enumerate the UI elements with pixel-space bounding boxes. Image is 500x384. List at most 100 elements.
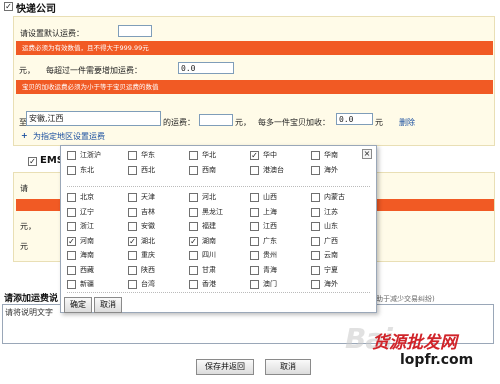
- site-watermark: 货源批发网: [372, 333, 457, 353]
- region-group-checkbox[interactable]: [128, 166, 137, 175]
- region-group-checkbox[interactable]: [189, 151, 198, 160]
- province-checkbox[interactable]: [311, 222, 320, 231]
- ems-partial-label: 请: [20, 184, 28, 193]
- province-checkbox[interactable]: [311, 265, 320, 275]
- province-checkbox[interactable]: ✓: [189, 236, 198, 246]
- province-checkbox[interactable]: [128, 222, 137, 231]
- region-group-checkbox[interactable]: [128, 151, 137, 160]
- province-checkbox[interactable]: [311, 251, 320, 260]
- province-checkbox[interactable]: [311, 280, 320, 289]
- region-group-checkbox[interactable]: [189, 166, 198, 175]
- region-group-label: 华中: [263, 151, 277, 159]
- region-input[interactable]: [26, 111, 161, 126]
- province-checkbox[interactable]: [250, 222, 259, 231]
- province-label: 上海: [263, 207, 277, 216]
- ems-red-bar-edge: [16, 199, 66, 211]
- province-checkbox[interactable]: [189, 193, 198, 202]
- region-group-checkbox[interactable]: [311, 151, 320, 160]
- province-label: 江苏: [324, 207, 338, 216]
- per-item-input[interactable]: [178, 62, 234, 74]
- province-checkbox[interactable]: [189, 207, 198, 217]
- ems-checkbox[interactable]: ✓: [28, 157, 37, 166]
- province-checkbox[interactable]: [250, 251, 259, 260]
- region-group-label: 港澳台: [263, 166, 284, 174]
- province-label: 新疆: [80, 280, 94, 288]
- region-group-label: 西北: [141, 166, 155, 174]
- region-group-label: 海外: [324, 166, 338, 174]
- province-label: 贵州: [263, 251, 277, 259]
- province-checkbox[interactable]: ✓: [128, 236, 137, 246]
- province-checkbox[interactable]: [67, 280, 76, 289]
- popup-confirm-button[interactable]: 确定: [64, 297, 92, 313]
- province-checkbox[interactable]: ✓: [67, 236, 76, 246]
- default-fee-input[interactable]: [118, 25, 152, 37]
- province-label: 内蒙古: [324, 193, 345, 201]
- region-fee-input[interactable]: [199, 114, 233, 126]
- province-label: 宁夏: [324, 265, 338, 274]
- region-group-checkbox[interactable]: ✓: [250, 151, 259, 160]
- province-checkbox[interactable]: [311, 207, 320, 217]
- province-checkbox[interactable]: [128, 265, 137, 275]
- province-checkbox[interactable]: [67, 193, 76, 202]
- province-label: 西藏: [80, 265, 94, 274]
- province-label: 福建: [202, 222, 216, 230]
- region-group-label: 华南: [324, 151, 338, 159]
- province-label: 黑龙江: [202, 207, 223, 216]
- province-checkbox[interactable]: [128, 193, 137, 202]
- province-checkbox[interactable]: [67, 207, 76, 217]
- province-checkbox[interactable]: [128, 207, 137, 217]
- close-icon[interactable]: ×: [362, 149, 372, 159]
- province-label: 青海: [263, 265, 277, 274]
- province-checkbox[interactable]: [189, 222, 198, 231]
- province-label: 甘肃: [202, 265, 216, 274]
- region-group-label: 华东: [141, 151, 155, 159]
- province-label: 海外: [324, 280, 338, 288]
- each-extra-label: 每多一件宝贝加收：: [258, 118, 330, 127]
- yuan-label: 元，: [19, 66, 35, 75]
- province-checkbox[interactable]: [250, 193, 259, 202]
- province-label: 河南: [80, 236, 94, 245]
- url-watermark: lopfr.com: [400, 352, 474, 368]
- region-group-checkbox[interactable]: [67, 151, 76, 160]
- province-label: 广东: [263, 236, 277, 245]
- note-hint: 助于减少交易纠纷): [376, 295, 435, 303]
- express-title: 快递公司: [16, 4, 56, 15]
- province-checkbox[interactable]: [250, 236, 259, 246]
- province-separator: [67, 292, 370, 293]
- province-label: 辽宁: [80, 207, 94, 216]
- province-checkbox[interactable]: [250, 207, 259, 217]
- region-group-label: 华北: [202, 151, 216, 159]
- province-label: 浙江: [80, 222, 94, 230]
- each-extra-input[interactable]: [336, 113, 373, 125]
- province-checkbox[interactable]: [189, 280, 198, 289]
- province-label: 湖北: [141, 236, 155, 245]
- footer-cancel-button[interactable]: 取消: [265, 359, 311, 375]
- province-label: 四川: [202, 251, 216, 259]
- province-checkbox[interactable]: [250, 280, 259, 289]
- province-checkbox[interactable]: [189, 265, 198, 275]
- province-checkbox[interactable]: [128, 280, 137, 289]
- region-group-label: 江浙沪: [80, 151, 101, 159]
- province-checkbox[interactable]: [311, 193, 320, 202]
- save-return-button[interactable]: 保存并返回: [196, 359, 254, 375]
- express-checkbox[interactable]: ✓: [4, 2, 13, 11]
- region-group-label: 东北: [80, 166, 94, 174]
- note-label: 请添加运费说: [4, 294, 59, 304]
- popup-cancel-button[interactable]: 取消: [94, 297, 122, 313]
- province-checkbox[interactable]: [128, 251, 137, 260]
- region-group-checkbox[interactable]: [67, 166, 76, 175]
- province-checkbox[interactable]: [67, 222, 76, 231]
- region-group-checkbox[interactable]: [311, 166, 320, 175]
- province-checkbox[interactable]: [311, 236, 320, 246]
- per-item-label: 每超过一件需要增加运费：: [46, 66, 142, 75]
- assign-region-link[interactable]: 为指定地区设置运费: [33, 131, 105, 142]
- ems-yuan-label: 元，: [20, 222, 36, 231]
- province-checkbox[interactable]: [250, 265, 259, 275]
- province-label: 北京: [80, 193, 94, 201]
- province-checkbox[interactable]: [189, 251, 198, 260]
- delete-link[interactable]: 删除: [399, 117, 415, 128]
- province-label: 江西: [263, 222, 277, 230]
- province-checkbox[interactable]: [67, 251, 76, 260]
- region-group-checkbox[interactable]: [250, 166, 259, 175]
- province-checkbox[interactable]: [67, 265, 76, 275]
